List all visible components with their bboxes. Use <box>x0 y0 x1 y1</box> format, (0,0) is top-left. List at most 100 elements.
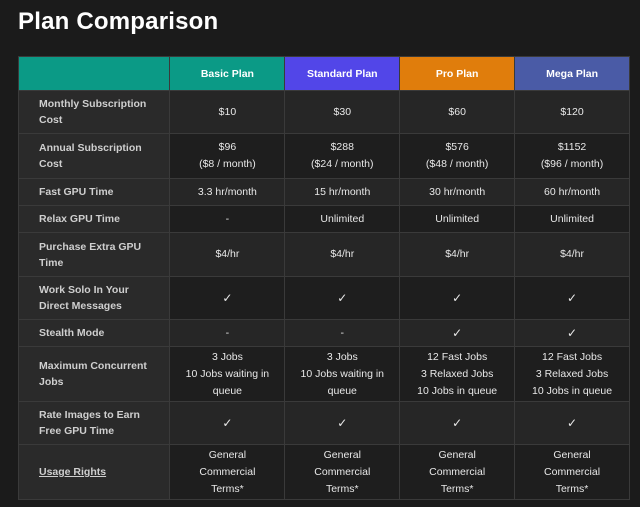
row-label-text: Purchase Extra GPU Time <box>39 240 142 269</box>
usage-rights-link[interactable]: Usage Rights <box>39 466 106 478</box>
table-row: Usage Rights General Commercial Terms* Gener… <box>17 444 630 500</box>
plan-comparison-table: Basic Plan Standard Plan Pro Plan Mega P… <box>17 56 630 500</box>
cell-text: 10 Jobs waiting in <box>300 367 385 380</box>
cell-text: Commercial <box>199 465 256 478</box>
header-standard-plan: Standard Plan <box>284 56 401 91</box>
cell-text: Commercial <box>314 465 371 478</box>
table-cell: General Commercial Terms* <box>169 444 286 500</box>
cell-text: Commercial <box>429 465 486 478</box>
row-label-text: Stealth Mode <box>39 327 105 339</box>
table-cell: $30 <box>284 90 401 134</box>
row-label-text: Maximum Concurrent Jobs <box>39 360 147 388</box>
checkmark-icon: ✓ <box>337 290 348 305</box>
table-cell: $96 ($8 / month) <box>169 133 286 179</box>
cell-text: ($24 / month) <box>311 158 374 170</box>
cell-text: queue <box>327 384 357 397</box>
table-row: Relax GPU Time - Unlimited Unlimited Unlimit… <box>17 205 630 233</box>
cell-text: Terms* <box>211 482 244 495</box>
cell-text: $120 <box>560 105 584 118</box>
cell-text: - <box>340 326 345 339</box>
table-cell: ✓ <box>514 401 630 445</box>
cell-text: 3 Jobs <box>211 350 243 363</box>
checkmark-icon: ✓ <box>222 290 233 305</box>
table-cell: Unlimited <box>399 205 516 233</box>
cell-text: 30 hr/month <box>429 185 486 198</box>
table-row: Work Solo In Your Direct Messages ✓ ✓ ✓ ✓ <box>17 276 630 320</box>
row-label-text: Fast GPU Time <box>39 186 114 198</box>
table-cell: 12 Fast Jobs 3 Relaxed Jobs 10 Jobs in que… <box>399 346 516 402</box>
checkmark-icon: ✓ <box>452 290 463 305</box>
row-label-text: Relax GPU Time <box>39 213 120 225</box>
row-label-text: Annual Subscription Cost <box>39 142 142 170</box>
table-cell: ✓ <box>169 276 286 320</box>
table-cell: General Commercial Terms* <box>399 444 516 500</box>
table-cell: Unlimited <box>284 205 401 233</box>
checkmark-icon: ✓ <box>222 415 233 430</box>
table-cell: ✓ <box>514 319 630 347</box>
row-label: Fast GPU Time <box>17 178 171 206</box>
cell-text: 12 Fast Jobs <box>541 350 603 363</box>
table-cell: General Commercial Terms* <box>284 444 401 500</box>
table-cell: ✓ <box>169 401 286 445</box>
table-cell: $120 <box>514 90 630 134</box>
cell-text: 60 hr/month <box>544 185 601 198</box>
table-cell: ✓ <box>284 401 401 445</box>
header-mega-plan: Mega Plan <box>514 56 630 91</box>
table-row: Monthly Subscription Cost $10 $30 $60 $120 <box>17 90 630 134</box>
checkmark-icon: ✓ <box>567 325 578 340</box>
checkmark-icon: ✓ <box>337 415 348 430</box>
cell-text: 3.3 hr/month <box>197 185 257 198</box>
table-row: Annual Subscription Cost $96 ($8 / month) $… <box>17 133 630 179</box>
row-label-text: Monthly Subscription Cost <box>39 98 147 126</box>
checkmark-icon: ✓ <box>452 415 463 430</box>
table-cell: $4/hr <box>514 232 630 277</box>
table-cell: ✓ <box>284 276 401 320</box>
row-label: Annual Subscription Cost <box>17 133 171 179</box>
cell-text: Unlimited <box>320 212 365 225</box>
table-cell: 30 hr/month <box>399 178 516 206</box>
cell-text: $4/hr <box>330 248 355 260</box>
table-cell: ✓ <box>399 401 516 445</box>
row-label: Monthly Subscription Cost <box>17 90 171 134</box>
page-title: Plan Comparison <box>18 8 219 35</box>
cell-text: $1152 <box>557 141 587 153</box>
cell-text: $4/hr <box>215 248 240 260</box>
table-cell: $288 ($24 / month) <box>284 133 401 179</box>
cell-text: $96 <box>218 141 237 153</box>
table-row: Stealth Mode - - ✓ ✓ <box>17 319 630 347</box>
cell-text: Commercial <box>544 465 601 478</box>
cell-text: 10 Jobs waiting in <box>185 367 270 380</box>
table-row: Maximum Concurrent Jobs 3 Jobs 10 Jobs wai… <box>17 346 630 402</box>
cell-text: 3 Relaxed Jobs <box>535 367 609 380</box>
header-corner-cell <box>17 56 171 91</box>
cell-text: $288 <box>330 141 354 153</box>
table-cell: 60 hr/month <box>514 178 630 206</box>
table-header-row: Basic Plan Standard Plan Pro Plan Mega P… <box>17 56 630 91</box>
row-label: Rate Images to Earn Free GPU Time <box>17 401 171 445</box>
checkmark-icon: ✓ <box>567 290 578 305</box>
cell-text: General <box>438 448 476 461</box>
cell-text: General <box>323 448 361 461</box>
table-row: Purchase Extra GPU Time $4/hr $4/hr $4/hr $4… <box>17 232 630 277</box>
cell-text: 3 Relaxed Jobs <box>420 367 494 380</box>
cell-text: Unlimited <box>550 212 594 225</box>
cell-text: 10 Jobs in queue <box>417 384 498 397</box>
table-cell: $10 <box>169 90 286 134</box>
checkmark-icon: ✓ <box>452 325 463 340</box>
cell-text: $4/hr <box>445 248 470 260</box>
checkmark-icon: ✓ <box>567 415 578 430</box>
row-label: Purchase Extra GPU Time <box>17 232 171 277</box>
table-cell: 3.3 hr/month <box>169 178 286 206</box>
table-cell: ✓ <box>399 319 516 347</box>
cell-text: ($96 / month) <box>540 158 604 170</box>
row-label: Relax GPU Time <box>17 205 171 233</box>
table-cell: $1152 ($96 / month) <box>514 133 630 179</box>
header-pro-plan: Pro Plan <box>399 56 516 91</box>
row-label-text: Work Solo In Your Direct Messages <box>39 284 129 312</box>
row-label[interactable]: Usage Rights <box>17 444 171 500</box>
header-basic-plan: Basic Plan <box>169 56 286 91</box>
table-cell: 12 Fast Jobs 3 Relaxed Jobs 10 Jobs in que… <box>514 346 630 402</box>
table-row: Fast GPU Time 3.3 hr/month 15 hr/month 30 h… <box>17 178 630 206</box>
table-cell: General Commercial Terms* <box>514 444 630 500</box>
table-cell: ✓ <box>514 276 630 320</box>
